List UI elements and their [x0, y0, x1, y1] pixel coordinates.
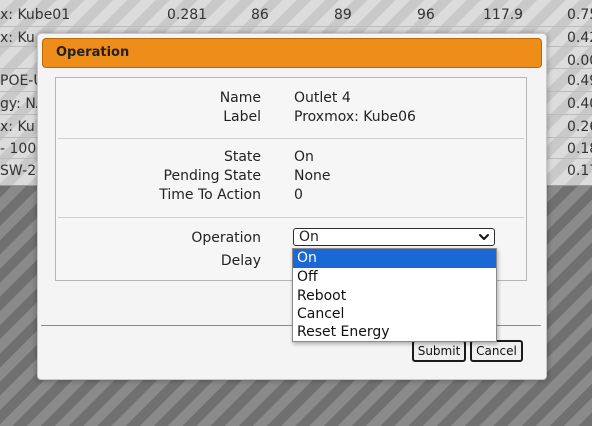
time-to-action-label: Time To Action [159, 187, 261, 203]
operation-select[interactable]: On [293, 228, 495, 246]
divider [58, 217, 524, 218]
cell: 96 [417, 7, 435, 23]
operation-dropdown-list: On Off Reboot Cancel Reset Energy [292, 248, 497, 342]
cell: 0.40 [567, 96, 592, 112]
option-on[interactable]: On [293, 249, 496, 268]
name-label: Name [219, 90, 261, 106]
state-label: State [223, 149, 261, 165]
option-reset-energy[interactable]: Reset Energy [293, 323, 496, 342]
cell: 0.75 [567, 7, 592, 23]
delay-label: Delay [220, 253, 261, 269]
row-name: - 100 [0, 141, 37, 157]
label-value: Proxmox: Kube06 [294, 109, 416, 125]
cell: 86 [251, 7, 269, 23]
name-value: Outlet 4 [294, 90, 351, 106]
cell: 0.42 [567, 30, 592, 46]
option-off[interactable]: Off [293, 268, 496, 287]
pending-state-value: None [294, 168, 331, 184]
state-value: On [294, 149, 314, 165]
time-to-action-value: 0 [294, 187, 303, 203]
cell: 0.17 [567, 163, 592, 179]
cell: 0.281 [167, 7, 208, 23]
pending-state-label: Pending State [163, 168, 261, 184]
table-row: x: Kube01 0.281 86 89 96 117.9 0.75 [0, 4, 592, 28]
cell: 117.9 [483, 7, 524, 23]
cell: 0.00 [567, 53, 592, 69]
option-reboot[interactable]: Reboot [293, 287, 496, 306]
dialog-title: Operation [56, 45, 130, 60]
option-cancel[interactable]: Cancel [293, 305, 496, 324]
chevron-down-icon [479, 234, 489, 240]
label-label: Label [223, 109, 261, 125]
submit-button[interactable]: Submit [412, 340, 466, 362]
cell: 0.18 [567, 141, 592, 157]
row-name: x: Kube01 [0, 7, 71, 23]
operation-select-value: On [299, 229, 319, 245]
cell: 0.49 [567, 73, 592, 89]
dialog-titlebar[interactable]: Operation [42, 38, 542, 68]
row-name: x: Ku [0, 119, 35, 135]
cell: 0.26 [567, 119, 592, 135]
divider [58, 138, 524, 139]
operation-label: Operation [191, 230, 261, 246]
row-name: x: Ku [0, 30, 35, 46]
cancel-button[interactable]: Cancel [470, 340, 523, 362]
cell: 89 [334, 7, 352, 23]
